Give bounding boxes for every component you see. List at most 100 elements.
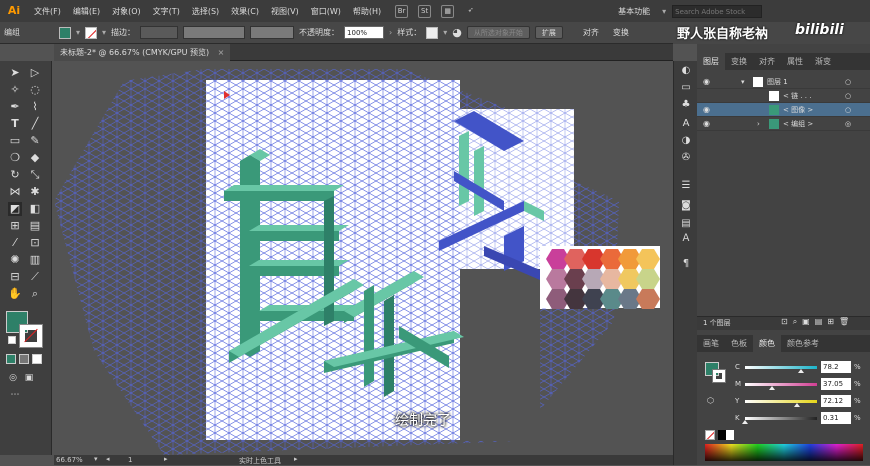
blend-tool-icon[interactable]: ⊡ (28, 236, 42, 250)
type-tool-icon[interactable]: T (8, 117, 22, 131)
menu-help[interactable]: 帮助(H) (347, 6, 387, 17)
default-colors-icon[interactable] (8, 336, 16, 344)
channel-slider-thumb[interactable] (768, 386, 775, 390)
bridge-icon[interactable]: Br (395, 4, 409, 18)
shaper-tool-icon[interactable]: ❍ (8, 151, 22, 165)
gradient-mode-icon[interactable] (19, 354, 29, 364)
target-circle-icon[interactable]: ◎ (845, 117, 851, 131)
layer-row[interactable]: < 链 . . . ○ (697, 89, 870, 103)
symbol-sprayer-tool-icon[interactable]: ✺ (8, 253, 22, 267)
color-panel-stroke-swatch[interactable] (712, 369, 726, 383)
opacity-chevron-icon[interactable]: › (389, 28, 392, 37)
line-tool-icon[interactable]: ╱ (28, 117, 42, 131)
curvature-tool-icon[interactable]: ⌇ (28, 100, 42, 114)
tab-swatches[interactable]: 色板 (725, 335, 753, 352)
layer-name[interactable]: < 图像 > (783, 103, 813, 117)
visibility-eye-icon[interactable]: ◉ (703, 75, 710, 89)
style-chevron-icon[interactable]: ▾ (443, 28, 447, 37)
channel-slider-track[interactable] (745, 400, 817, 403)
align-link[interactable]: 对齐 (583, 27, 599, 38)
channel-slider-track[interactable] (745, 366, 817, 369)
eraser-tool-icon[interactable]: ◆ (28, 151, 42, 165)
target-circle-icon[interactable]: ○ (845, 75, 851, 89)
target-circle-icon[interactable]: ○ (845, 103, 851, 117)
visibility-eye-icon[interactable]: ◉ (703, 117, 710, 131)
channel-slider-thumb[interactable] (742, 420, 749, 424)
paragraph-panel-icon[interactable]: ¶ (679, 257, 693, 271)
artboard-number[interactable]: 1 (128, 456, 132, 464)
column-graph-tool-icon[interactable]: ▥ (28, 253, 42, 267)
transform-link[interactable]: 变换 (613, 27, 629, 38)
menu-window[interactable]: 窗口(W) (305, 6, 347, 17)
close-tab-icon[interactable]: × (218, 48, 225, 57)
zoom-chevron-icon[interactable]: ▾ (94, 455, 98, 463)
workspace-chevron-icon[interactable]: ▾ (656, 7, 672, 16)
tab-layers[interactable]: 图层 (697, 53, 725, 70)
width-tool-icon[interactable]: ⋈ (8, 185, 22, 199)
channel-value-field[interactable]: 72.12 (821, 395, 851, 407)
tab-properties[interactable]: 属性 (781, 53, 809, 70)
color-guide-panel-icon[interactable]: ◐ (679, 64, 693, 78)
symbols-panel-icon[interactable]: ♣ (679, 98, 693, 112)
opentype-panel-icon[interactable]: Ａ (679, 232, 693, 246)
color-spectrum-bar[interactable] (705, 444, 863, 461)
visibility-eye-icon[interactable]: ◉ (703, 103, 710, 117)
target-circle-icon[interactable]: ○ (845, 89, 851, 103)
layer-expand-chevron-icon[interactable]: › (757, 117, 760, 131)
stroke-label[interactable]: 描边： (111, 27, 135, 38)
document-tab[interactable]: 未标题-2* @ 66.67% (CMYK/GPU 预览) × (54, 44, 231, 61)
menu-select[interactable]: 选择(S) (186, 6, 225, 17)
arrange-documents-icon[interactable]: ▦ (441, 4, 455, 18)
menu-file[interactable]: 文件(F) (28, 6, 67, 17)
black-swatch[interactable] (718, 430, 726, 440)
paintbrush-tool-icon[interactable]: ✎ (28, 134, 42, 148)
mesh-tool-icon[interactable]: ⊞ (8, 219, 22, 233)
gradient-tool-icon[interactable]: ▤ (28, 219, 42, 233)
tab-color[interactable]: 颜色 (753, 335, 781, 352)
character-panel-icon[interactable]: A (679, 117, 693, 131)
rotate-tool-icon[interactable]: ↻ (8, 168, 22, 182)
direct-selection-tool-icon[interactable]: ▷ (28, 66, 42, 80)
selection-tool-icon[interactable]: ➤ (8, 66, 22, 80)
stroke-panel-icon[interactable]: ▭ (679, 81, 693, 95)
layer-row[interactable]: ◉ < 图像 > ○ (697, 103, 870, 117)
menu-view[interactable]: 视图(V) (265, 6, 305, 17)
color-mode-icon[interactable] (6, 354, 16, 364)
live-paint-make-button[interactable]: 从所选对象开始 (466, 26, 530, 39)
tab-align[interactable]: 对齐 (753, 53, 781, 70)
stock-icon[interactable]: St (418, 4, 432, 18)
tab-brushes[interactable]: 画笔 (697, 335, 725, 352)
graphic-styles-panel-icon[interactable]: ◑ (679, 134, 693, 148)
puppet-warp-tool-icon[interactable]: ✱ (28, 185, 42, 199)
menu-object[interactable]: 对象(O) (106, 6, 147, 17)
none-color-swatch[interactable] (705, 430, 715, 440)
brush-definition[interactable] (250, 26, 295, 39)
layer-name[interactable]: 图层 1 (767, 75, 788, 89)
status-chevron-icon[interactable]: ▸ (294, 455, 298, 463)
expand-button[interactable]: 扩展 (534, 26, 563, 39)
eyedropper-tool-icon[interactable]: ⁄ (8, 236, 22, 250)
fill-swatch[interactable] (59, 26, 71, 39)
channel-slider-track[interactable] (745, 383, 817, 386)
channel-slider-track[interactable] (745, 417, 817, 420)
tab-transform[interactable]: 变换 (725, 53, 753, 70)
variable-width-profile[interactable] (183, 26, 246, 39)
menu-edit[interactable]: 编辑(E) (67, 6, 106, 17)
pen-tool-icon[interactable]: ✒ (8, 100, 22, 114)
menu-type[interactable]: 文字(T) (147, 6, 186, 17)
stock-search-input[interactable]: Search Adobe Stock (672, 4, 763, 18)
drawing-modes-icon[interactable]: ◎ (6, 371, 20, 385)
stroke-chevron-icon[interactable]: ▾ (102, 28, 106, 37)
layer-actions-icons[interactable]: ⊡⌕▣▤⊞🗑 (781, 317, 854, 327)
layer-row[interactable]: ◉ › < 编组 > ◎ (697, 117, 870, 131)
magic-wand-tool-icon[interactable]: ✧ (8, 83, 22, 97)
channel-value-field[interactable]: 78.2 (821, 361, 851, 373)
channel-slider-thumb[interactable] (798, 369, 805, 373)
channel-slider-thumb[interactable] (793, 403, 800, 407)
layer-name[interactable]: < 编组 > (783, 117, 813, 131)
layer-expand-chevron-icon[interactable]: ▾ (741, 75, 745, 89)
appearance-panel-icon[interactable]: ✇ (679, 151, 693, 165)
layer-row[interactable]: ◉ ▾ 图层 1 ○ (697, 75, 870, 89)
workspace-switcher[interactable]: 基本功能 (612, 6, 656, 17)
screen-mode-icon[interactable]: ▣ (22, 371, 36, 385)
